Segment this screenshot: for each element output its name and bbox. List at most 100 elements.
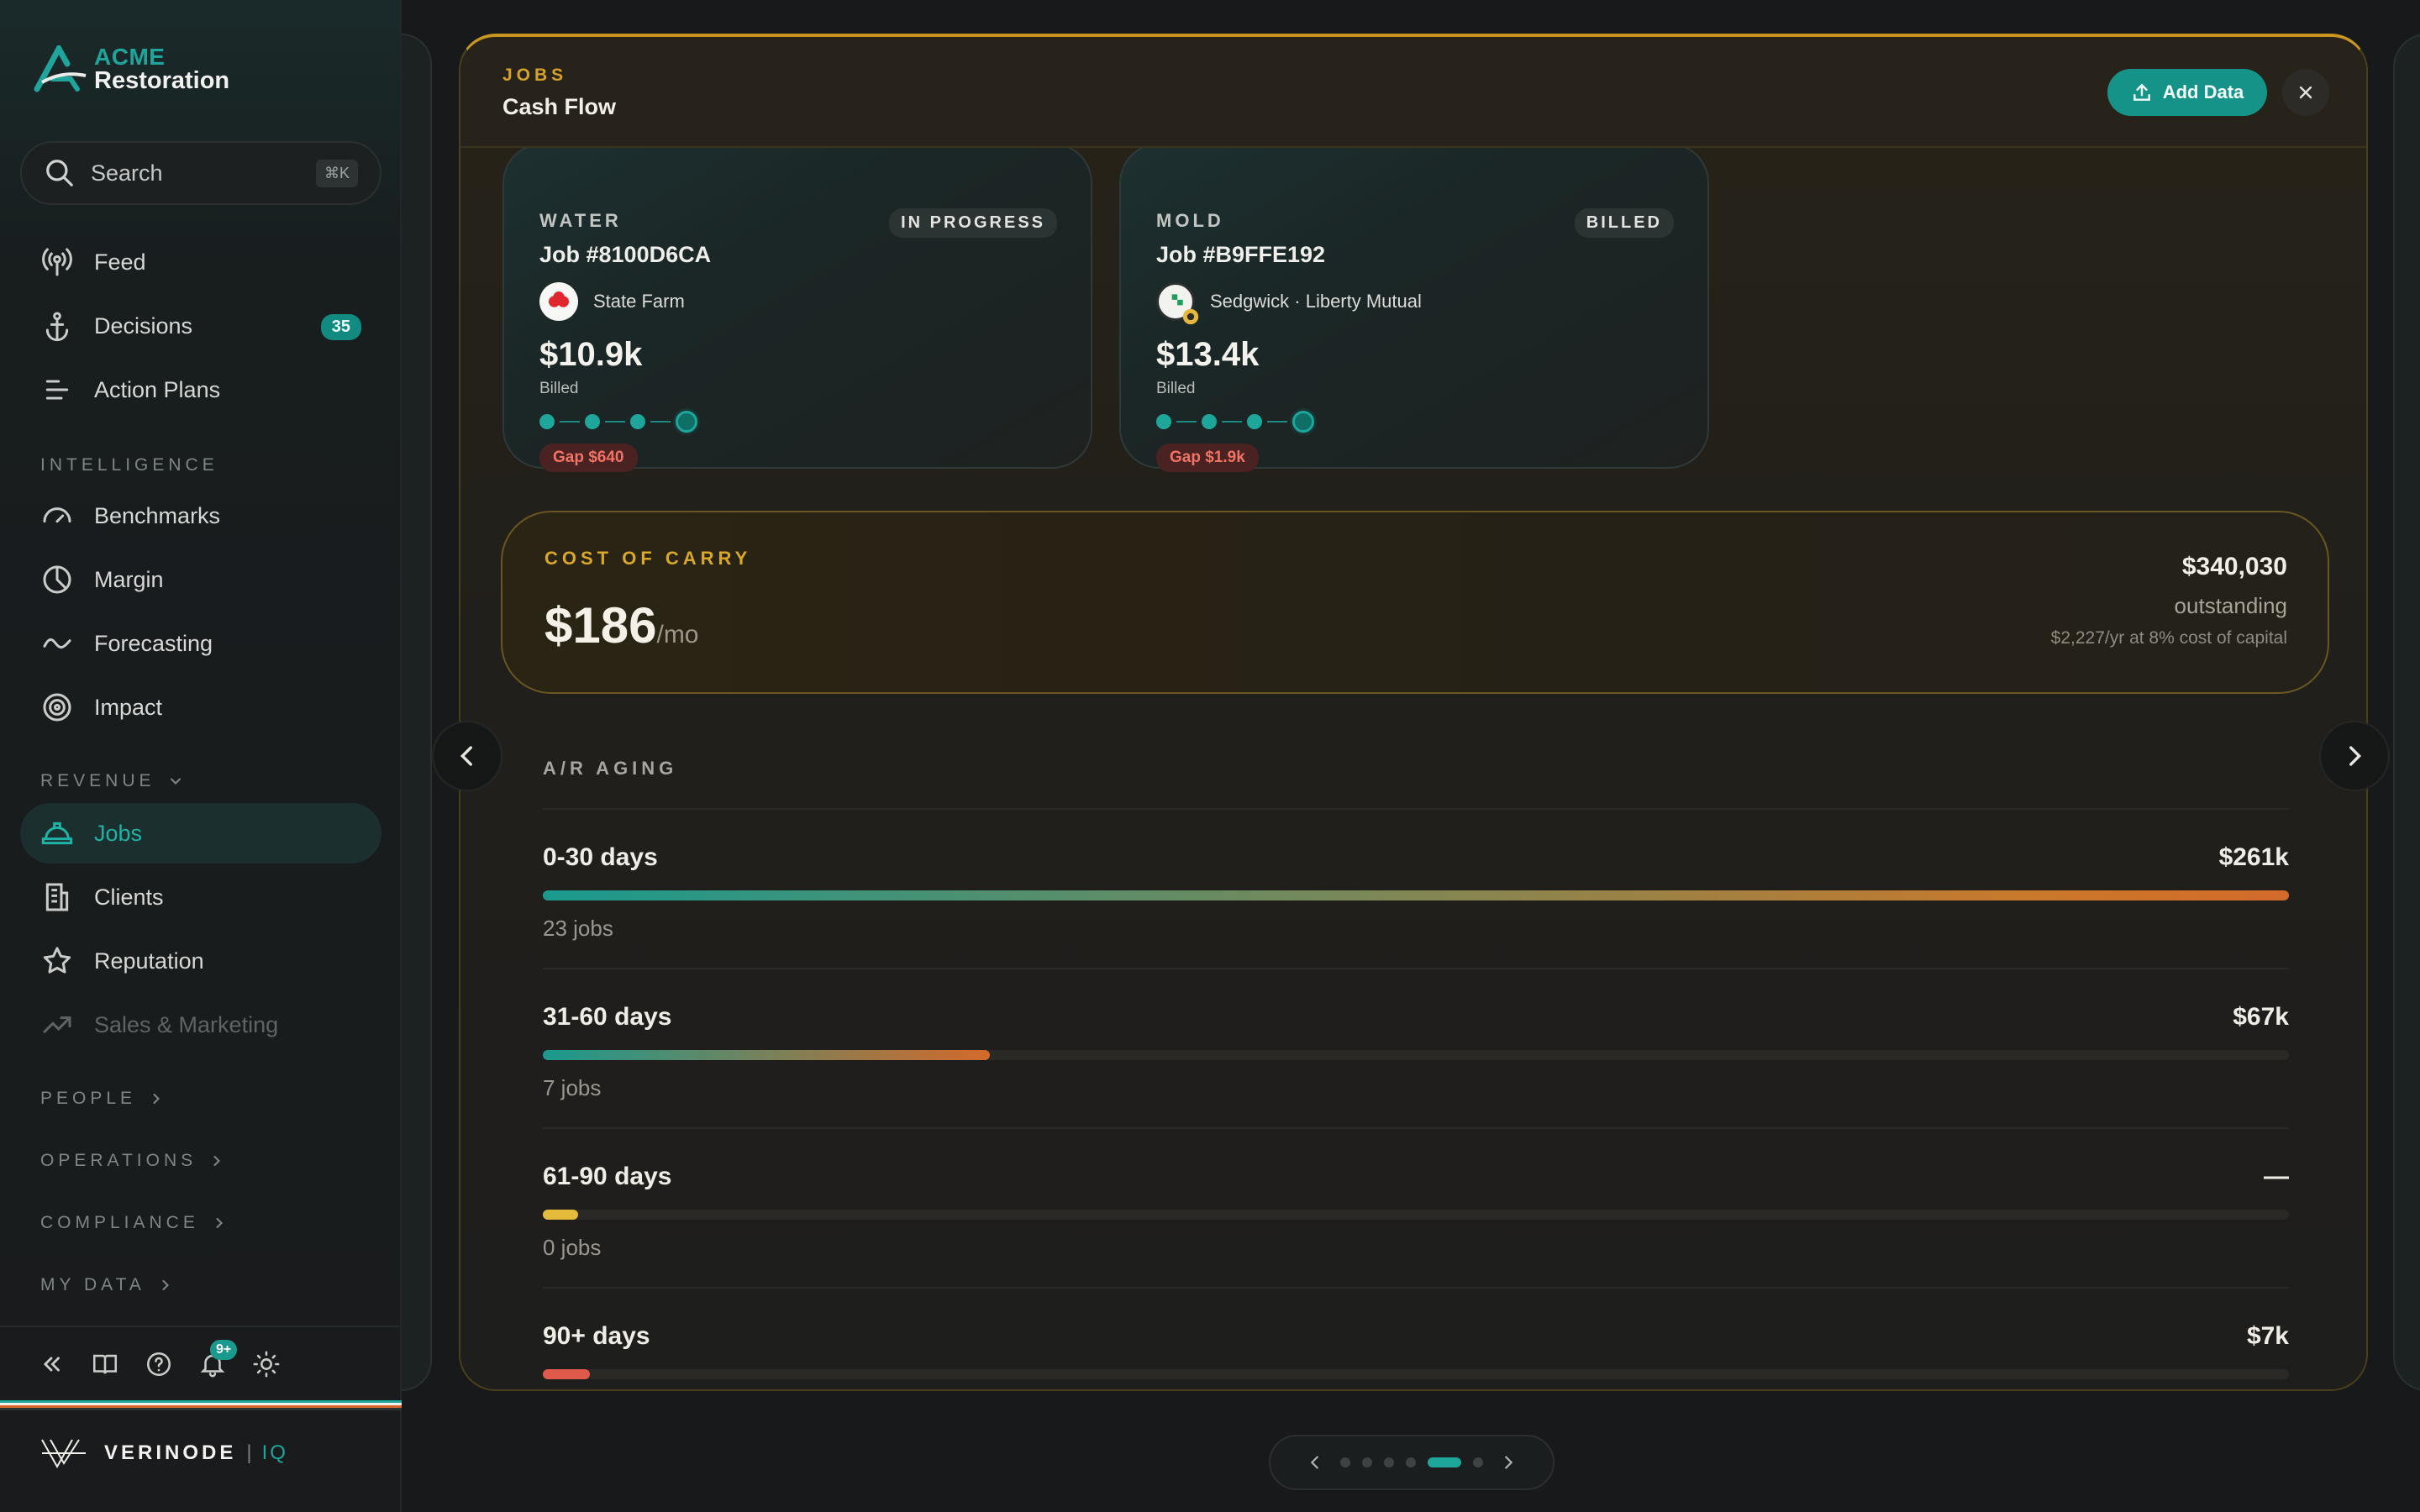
target-icon <box>43 693 71 722</box>
chevron-right-icon <box>213 1155 221 1167</box>
company-logo[interactable]: ACME Restoration <box>34 44 229 93</box>
previous-card-button[interactable] <box>432 721 502 791</box>
chevron-right-icon <box>153 1093 160 1105</box>
sidebar-item-label: Benchmarks <box>94 502 221 528</box>
aging-bar-track <box>543 1369 2289 1379</box>
chevron-right-icon <box>216 1217 223 1229</box>
aging-bucket-jobs: 23 jobs <box>543 916 613 941</box>
carrier-name: Sedgwick · Liberty Mutual <box>1210 291 1422 312</box>
chevron-right-icon <box>162 1279 169 1291</box>
next-card-button[interactable] <box>2319 721 2390 791</box>
job-amount-label: Billed <box>1156 380 1196 397</box>
pager-dot[interactable] <box>1362 1457 1372 1467</box>
pager-dot[interactable] <box>1473 1457 1483 1467</box>
chevron-right-icon <box>2349 746 2362 766</box>
sidebar-item-label: Decisions <box>94 312 193 339</box>
add-data-label: Add Data <box>2162 81 2244 102</box>
section-operations-toggle[interactable]: OPERATIONS <box>40 1151 225 1171</box>
help-button[interactable] <box>145 1350 173 1378</box>
aging-row[interactable]: 90+ days $7k <box>543 1287 2289 1389</box>
cost-of-carry-panel: COST OF CARRY $186/mo $340,030 outstandi… <box>501 511 2329 694</box>
breadcrumb: JOBS <box>502 66 568 85</box>
job-amount: $10.9k <box>539 336 643 373</box>
state-farm-logo-icon <box>539 282 578 321</box>
search-input[interactable]: Search ⌘K <box>20 141 381 205</box>
aging-row[interactable]: 0-30 days $261k 23 jobs <box>543 808 2289 968</box>
aging-bucket-amount: $7k <box>2246 1322 2289 1350</box>
sidebar-item-action-plans[interactable]: Action Plans <box>20 360 381 420</box>
ar-aging-label: A/R AGING <box>543 758 678 779</box>
aging-bar-track <box>543 1050 2289 1060</box>
docs-button[interactable] <box>91 1350 119 1378</box>
sidebar-item-benchmarks[interactable]: Benchmarks <box>20 486 381 546</box>
book-icon <box>92 1354 118 1374</box>
section-my-data-toggle[interactable]: MY DATA <box>40 1275 174 1295</box>
sidebar-item-label: Jobs <box>94 820 143 846</box>
aging-row[interactable]: 61-90 days — 0 jobs <box>543 1127 2289 1287</box>
sidebar-item-forecasting[interactable]: Forecasting <box>20 613 381 674</box>
sidebar-item-label: Sales & Marketing <box>94 1011 279 1037</box>
list-icon <box>45 380 69 400</box>
sidebar-item-margin[interactable]: Margin <box>20 549 381 610</box>
job-progress-steps <box>539 410 697 433</box>
sidebar-item-reputation[interactable]: Reputation <box>20 931 381 991</box>
pager-dot[interactable] <box>1428 1457 1461 1467</box>
sidebar: ACME Restoration Search ⌘K Feed Decision… <box>0 0 402 1512</box>
aging-bucket-amount: — <box>2264 1163 2289 1190</box>
sidebar-item-label: Reputation <box>94 948 204 974</box>
job-progress-steps <box>1156 410 1314 433</box>
section-compliance-toggle[interactable]: COMPLIANCE <box>40 1213 228 1233</box>
brand-stripes <box>0 1400 402 1410</box>
sidebar-footer: 9+ <box>0 1326 402 1401</box>
card-pager <box>1269 1435 1555 1490</box>
brand-line-1: ACME <box>94 44 166 70</box>
collapse-sidebar-button[interactable] <box>37 1350 66 1378</box>
notifications-button[interactable]: 9+ <box>198 1340 238 1378</box>
sidebar-item-decisions[interactable]: Decisions 35 <box>20 296 381 356</box>
add-data-button[interactable]: Add Data <box>2107 69 2267 116</box>
pager-dot[interactable] <box>1340 1457 1350 1467</box>
chart-up-icon <box>43 1016 71 1033</box>
job-card[interactable]: WATER IN PROGRESS Job #8100D6CA State Fa… <box>502 143 1092 472</box>
sidebar-item-jobs[interactable]: Jobs <box>20 803 381 864</box>
cost-of-capital-note: $2,227/yr at 8% cost of capital <box>2050 628 2287 648</box>
sidebar-item-label: Feed <box>94 249 146 275</box>
next-card-edge <box>2393 34 2420 1391</box>
pager-next-icon[interactable] <box>1499 1453 1518 1472</box>
sidebar-item-label: Impact <box>94 694 163 720</box>
aging-row[interactable]: 31-60 days $67k 7 jobs <box>543 968 2289 1127</box>
aging-bucket-name: 61-90 days <box>543 1163 672 1190</box>
trend-icon <box>43 638 71 649</box>
cost-of-carry-label: COST OF CARRY <box>544 548 752 569</box>
sidebar-item-impact[interactable]: Impact <box>20 677 381 738</box>
job-type: WATER <box>539 210 622 231</box>
sidebar-item-feed[interactable]: Feed <box>20 232 381 292</box>
anchor-icon <box>45 312 69 342</box>
star-icon <box>43 947 71 974</box>
theme-toggle-button[interactable] <box>252 1350 281 1378</box>
job-amount-label: Billed <box>539 380 579 397</box>
job-card[interactable]: MOLD BILLED Job #B9FFE192 Sedgwick · Lib… <box>1119 143 1709 472</box>
section-revenue-toggle[interactable]: REVENUE <box>40 771 184 791</box>
sidebar-item-sales-marketing[interactable]: Sales & Marketing <box>20 995 381 1055</box>
sidebar-item-label: Forecasting <box>94 630 213 656</box>
outstanding-amount: $340,030 <box>2181 553 2287 580</box>
page-title: Cash Flow <box>502 94 617 119</box>
previous-card-edge <box>402 34 432 1391</box>
double-chevron-left-icon <box>43 1357 60 1372</box>
help-icon <box>146 1352 171 1377</box>
sidebar-item-clients[interactable]: Clients <box>20 867 381 927</box>
gauge-icon <box>43 507 71 523</box>
chevron-down-icon <box>170 778 181 785</box>
pager-dot[interactable] <box>1384 1457 1394 1467</box>
close-button[interactable] <box>2282 69 2329 116</box>
section-people-toggle[interactable]: PEOPLE <box>40 1089 165 1109</box>
aging-bucket-amount: $67k <box>2233 1003 2289 1031</box>
aging-bar-fill <box>543 1210 578 1220</box>
pager-dot[interactable] <box>1406 1457 1416 1467</box>
broadcast-icon <box>42 248 72 276</box>
job-gap-badge: Gap $640 <box>539 444 638 472</box>
sidebar-item-label: Action Plans <box>94 376 221 402</box>
notification-count-badge: 9+ <box>210 1340 238 1360</box>
pager-prev-icon[interactable] <box>1306 1453 1324 1472</box>
